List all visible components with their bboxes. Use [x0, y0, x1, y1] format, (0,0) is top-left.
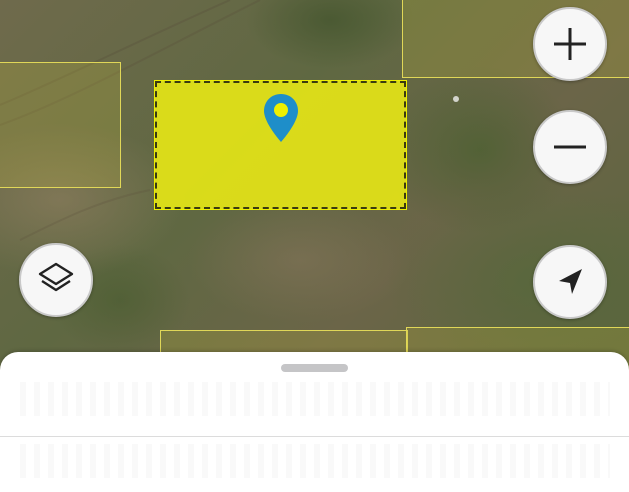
- layers-button[interactable]: [19, 243, 93, 317]
- sheet-divider: [0, 436, 629, 437]
- plus-icon: [554, 28, 586, 60]
- parcel-left[interactable]: [0, 62, 121, 188]
- zoom-in-button[interactable]: [533, 7, 607, 81]
- location-pin-icon[interactable]: [262, 92, 300, 144]
- minus-icon: [554, 145, 586, 149]
- sheet-content-placeholder-2: [20, 444, 610, 478]
- zoom-out-button[interactable]: [533, 110, 607, 184]
- bottom-sheet[interactable]: [0, 352, 629, 492]
- navigation-arrow-icon: [559, 269, 582, 294]
- sheet-content-placeholder: [20, 382, 610, 416]
- drag-handle[interactable]: [281, 364, 348, 372]
- layers-icon: [38, 262, 74, 292]
- locate-me-button[interactable]: [533, 245, 607, 319]
